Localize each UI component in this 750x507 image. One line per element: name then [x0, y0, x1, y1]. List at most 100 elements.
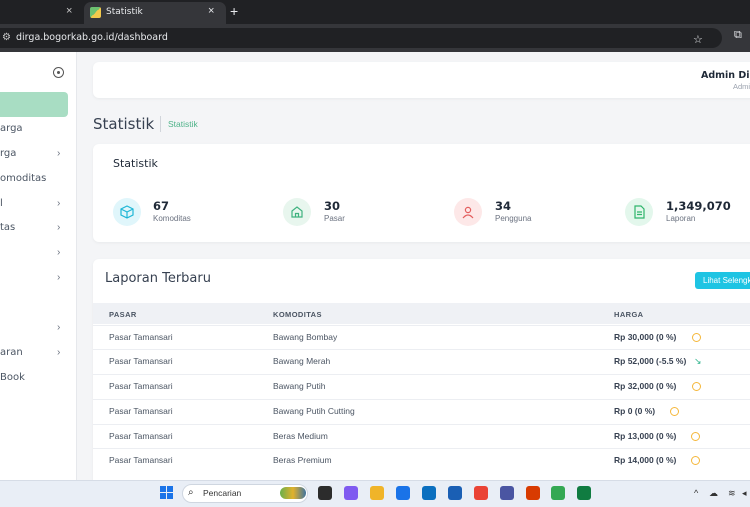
copilot-icon[interactable] [344, 486, 358, 500]
table-cell-harga: Rp 30,000 (0 %) [614, 332, 677, 342]
pengguna-label: Pengguna [495, 214, 532, 223]
cloud-icon[interactable]: ☁ [709, 488, 718, 499]
chevron-right-icon: › [57, 222, 61, 233]
latest-reports-title: Laporan Terbaru [105, 271, 211, 286]
table-cell-pasar: Pasar Tamansari [109, 381, 173, 391]
table-cell-harga: Rp 32,000 (0 %) [614, 381, 677, 391]
column-header-harga[interactable]: HARGA [614, 310, 644, 319]
tray-overflow-icon[interactable]: ^ [694, 488, 698, 498]
new-tab-button[interactable]: + [230, 3, 238, 19]
chevron-right-icon: › [57, 347, 61, 358]
table-cell-pasar: Pasar Tamansari [109, 431, 173, 441]
table-cell-pasar: Pasar Tamansari [109, 406, 173, 416]
media-app-icon[interactable] [318, 486, 332, 500]
trend-neutral-icon [692, 333, 701, 342]
statistics-card [93, 144, 750, 242]
user-icon [454, 198, 482, 226]
sidebar [0, 52, 77, 480]
edge-icon[interactable] [396, 486, 410, 500]
sidebar-item-book[interactable]: Book [0, 372, 25, 383]
sidebar-item-9[interactable]: aran [0, 347, 23, 358]
chevron-right-icon: › [57, 198, 61, 209]
table-cell-komoditas: Bawang Bombay [273, 332, 338, 342]
previous-tab-close-icon[interactable]: × [66, 5, 72, 17]
table-cell-komoditas: Beras Premium [273, 455, 332, 465]
search-icon: ⌕ [188, 487, 194, 498]
chevron-right-icon: › [57, 148, 61, 159]
table-cell-harga: Rp 13,000 (0 %) [614, 431, 677, 441]
chevron-right-icon: › [57, 272, 61, 283]
trend-neutral-icon [691, 432, 700, 441]
file-explorer-icon[interactable] [370, 486, 384, 500]
breadcrumb[interactable]: Statistik [168, 119, 198, 129]
table-cell-komoditas: Bawang Merah [273, 356, 331, 366]
sidebar-item-4[interactable]: l [0, 198, 3, 209]
site-favicon-icon [90, 7, 101, 18]
site-settings-icon[interactable]: ⚙ [2, 32, 11, 43]
user-role: Admin [733, 82, 750, 91]
bookmark-star-icon[interactable]: ☆ [693, 33, 703, 46]
sidebar-item-5[interactable]: tas [0, 222, 15, 233]
row-divider [93, 399, 750, 400]
top-header [93, 62, 750, 98]
app-icon[interactable] [500, 486, 514, 500]
chevron-right-icon: › [57, 322, 61, 333]
table-cell-harga: Rp 14,000 (0 %) [614, 455, 677, 465]
trend-down-icon: ↘ [694, 356, 702, 366]
komoditas-label: Komoditas [153, 214, 191, 223]
table-header [93, 303, 750, 324]
row-divider [93, 349, 750, 350]
chrome-icon[interactable] [551, 486, 565, 500]
row-divider [93, 325, 750, 326]
row-divider [93, 448, 750, 449]
url-field[interactable]: ⚙ dirga.bogorkab.go.id/dashboard ☆ [0, 28, 722, 48]
view-all-button[interactable]: Lihat Selengkapnya [695, 272, 750, 289]
sidebar-item-harga-group[interactable]: rga [0, 148, 16, 159]
pasar-label: Pasar [324, 214, 345, 223]
trend-neutral-icon [691, 456, 700, 465]
windows-start-icon[interactable] [160, 486, 173, 499]
table-cell-komoditas: Bawang Putih [273, 381, 326, 391]
chevron-right-icon: › [57, 247, 61, 258]
statistics-heading: Statistik [113, 157, 158, 170]
page-title: Statistik [93, 115, 155, 133]
table-cell-pasar: Pasar Tamansari [109, 356, 173, 366]
user-name[interactable]: Admin Dinas [701, 70, 750, 81]
trend-neutral-icon [670, 407, 679, 416]
table-cell-komoditas: Bawang Putih Cutting [273, 406, 355, 416]
app-icon[interactable] [448, 486, 462, 500]
home-icon [283, 198, 311, 226]
trend-neutral-icon [692, 382, 701, 391]
volume-icon[interactable]: ◂ [742, 488, 747, 499]
box-icon [113, 198, 141, 226]
laporan-count: 1,349,070 [666, 199, 731, 213]
sidebar-toggle-icon[interactable] [53, 67, 64, 78]
column-header-pasar[interactable]: PASAR [109, 310, 137, 319]
document-icon [625, 198, 653, 226]
powerpoint-icon[interactable] [526, 486, 540, 500]
table-cell-pasar: Pasar Tamansari [109, 332, 173, 342]
table-cell-pasar: Pasar Tamansari [109, 455, 173, 465]
laporan-label: Laporan [666, 214, 696, 223]
pasar-count: 30 [324, 199, 341, 213]
column-header-komoditas[interactable]: KOMODITAS [273, 310, 322, 319]
pengguna-count: 34 [495, 199, 512, 213]
search-highlight-icon [280, 487, 306, 499]
row-divider [93, 424, 750, 425]
tab-statistik[interactable]: Statistik × [84, 2, 226, 24]
browser-tab-bar: × Statistik × + [0, 0, 750, 24]
sidebar-item-harga[interactable]: arga [0, 123, 23, 134]
komoditas-count: 67 [153, 199, 170, 213]
sidebar-item-active[interactable] [0, 92, 68, 117]
taskbar-search-placeholder: Pencarian [203, 488, 242, 498]
sidebar-item-komoditas[interactable]: omoditas [0, 173, 46, 184]
excel-icon[interactable] [577, 486, 591, 500]
chrome-icon[interactable] [474, 486, 488, 500]
extensions-icon[interactable]: ⧉ [734, 29, 742, 42]
table-cell-harga: Rp 0 (0 %) [614, 406, 656, 416]
address-bar: ⚙ dirga.bogorkab.go.id/dashboard ☆ [0, 24, 750, 52]
store-icon[interactable] [422, 486, 436, 500]
tab-close-icon[interactable]: × [208, 5, 214, 17]
row-divider [93, 374, 750, 375]
wifi-icon[interactable]: ≋ [728, 488, 736, 499]
